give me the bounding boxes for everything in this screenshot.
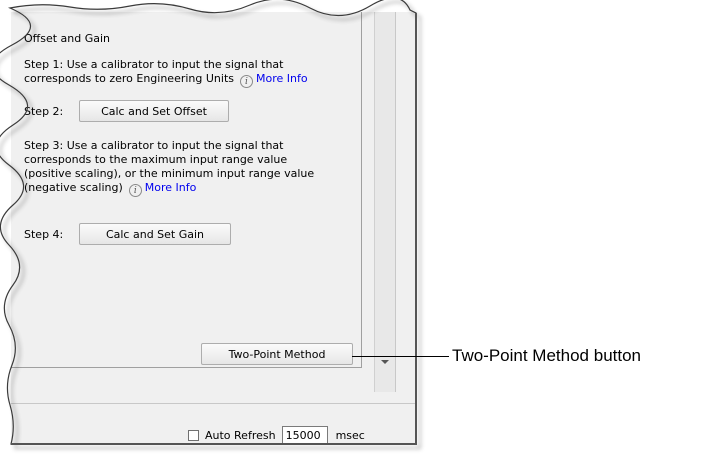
torn-paper-border [0, 0, 417, 445]
screenshot-excerpt: Offset and Gain Step 1: Use a calibrator… [0, 0, 704, 472]
callout-label: Two-Point Method button [452, 346, 642, 365]
callout-line [352, 356, 449, 357]
